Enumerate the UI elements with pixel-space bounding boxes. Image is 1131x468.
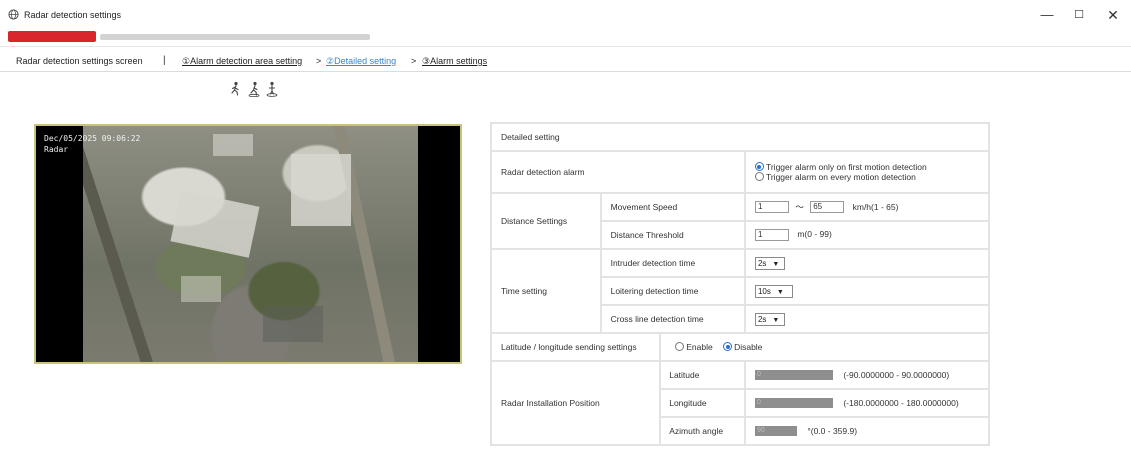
movement-speed-min-input[interactable]: 1 <box>754 201 789 214</box>
walking-person-area-icon[interactable] <box>248 81 260 97</box>
latitude-label: Latitude <box>659 360 746 390</box>
intruder-time-select[interactable]: 2s ▼ <box>754 256 785 270</box>
loitering-time-select[interactable]: 10s ▼ <box>754 284 793 298</box>
latitude-controls: 0 (-90.0000000 - 90.0000000) <box>743 360 991 390</box>
radio-enable[interactable] <box>675 342 685 351</box>
azimuth-range: °(0.0 - 359.9) <box>807 425 858 436</box>
breadcrumb: Radar detection settings screen | ①Alarm… <box>0 51 1131 72</box>
option-every-motion-label: Trigger alarm on every motion detection <box>765 172 916 182</box>
camera-view[interactable]: Dec/05/2025 09:06:22 Radar <box>34 124 462 364</box>
step-alarm-settings[interactable]: ③Alarm settings <box>422 56 487 67</box>
loitering-time-value: 10s <box>757 286 771 296</box>
latlon-sending-options: Enable Disable <box>659 332 990 362</box>
distance-threshold-input[interactable]: 1 <box>754 229 789 241</box>
close-button[interactable]: ✕ <box>1098 5 1128 25</box>
installation-position-label: Radar Installation Position <box>489 360 662 446</box>
crossline-time-cell: 2s ▼ <box>743 304 991 334</box>
longitude-input[interactable]: 0 <box>754 398 833 409</box>
intruder-time-value: 2s <box>757 258 767 268</box>
globe-icon <box>8 9 19 20</box>
radio-every-motion[interactable] <box>754 172 764 181</box>
longitude-controls: 0 (-180.0000000 - 180.0000000) <box>743 388 991 418</box>
redacted-url-path <box>100 34 370 40</box>
minimize-button[interactable]: — <box>1032 5 1062 25</box>
loitering-time-label: Loitering detection time <box>599 276 746 306</box>
radar-detection-alarm-options: Trigger alarm only on first motion detec… <box>743 150 991 194</box>
window-title: Radar detection settings <box>24 10 122 20</box>
latlon-sending-label: Latitude / longitude sending settings <box>489 332 662 362</box>
radar-detection-alarm-label: Radar detection alarm <box>490 150 746 194</box>
longitude-range: (-180.0000000 - 180.0000000) <box>843 397 959 408</box>
redacted-url-segment <box>8 31 96 42</box>
walking-person-icon[interactable] <box>229 81 241 97</box>
aerial-camera-image <box>83 126 418 362</box>
camera-label: Radar <box>44 145 69 154</box>
maximize-button[interactable]: ☐ <box>1064 5 1094 25</box>
latitude-input[interactable]: 0 <box>754 370 833 381</box>
breadcrumb-arrow: > <box>411 56 417 66</box>
enable-label: Enable <box>686 342 713 352</box>
intruder-time-label: Intruder detection time <box>599 248 746 278</box>
movement-speed-max-input[interactable]: 65 <box>810 201 845 214</box>
step-detailed-setting[interactable]: ②Detailed setting <box>326 56 396 67</box>
crossline-time-select[interactable]: 2s ▼ <box>754 312 785 326</box>
movement-speed-label: Movement Speed <box>599 192 746 222</box>
detailed-setting-header: Detailed setting <box>490 122 990 152</box>
screen-title: Radar detection settings screen <box>16 56 143 66</box>
step-alarm-detection-area[interactable]: ①Alarm detection area setting <box>182 56 302 67</box>
movement-speed-range: km/h(1 - 65) <box>852 201 899 212</box>
distance-threshold-label: Distance Threshold <box>599 220 746 250</box>
camera-overlay: Dec/05/2025 09:06:22 Radar <box>44 133 140 155</box>
distance-threshold-controls: 1 m(0 - 99) <box>743 220 991 250</box>
breadcrumb-arrow: > <box>316 56 322 66</box>
chevron-down-icon: ▼ <box>776 288 784 296</box>
crossline-time-value: 2s <box>757 314 767 324</box>
detailed-setting-table: Detailed setting Radar detection alarm T… <box>489 122 991 446</box>
address-bar[interactable] <box>0 29 1131 47</box>
chevron-down-icon: ▼ <box>772 260 780 268</box>
azimuth-input[interactable]: 90 <box>754 426 797 437</box>
distance-settings-label: Distance Settings <box>490 192 602 250</box>
disable-label: Disable <box>734 342 763 352</box>
crossline-time-label: Cross line detection time <box>599 304 746 334</box>
standing-person-icon[interactable] <box>266 81 278 97</box>
time-setting-label: Time setting <box>490 248 602 334</box>
azimuth-label: Azimuth angle <box>659 416 746 446</box>
chevron-down-icon: ▼ <box>772 316 780 324</box>
radio-first-motion[interactable] <box>754 162 764 171</box>
radio-disable[interactable] <box>723 342 733 351</box>
azimuth-controls: 90 °(0.0 - 359.9) <box>743 416 991 446</box>
longitude-label: Longitude <box>659 388 746 418</box>
camera-timestamp: Dec/05/2025 09:06:22 <box>44 134 141 143</box>
range-tilde: ～ <box>795 201 804 212</box>
option-first-motion-label: Trigger alarm only on first motion detec… <box>765 162 927 172</box>
movement-speed-controls: 1 ～ 65 km/h(1 - 65) <box>743 192 991 222</box>
window-titlebar: Radar detection settings — ☐ ✕ <box>0 0 1131 30</box>
distance-threshold-range: m(0 - 99) <box>797 229 832 240</box>
loitering-time-cell: 10s ▼ <box>743 276 991 306</box>
breadcrumb-separator: | <box>163 55 166 66</box>
intruder-time-cell: 2s ▼ <box>743 248 991 278</box>
latitude-range: (-90.0000000 - 90.0000000) <box>843 369 950 380</box>
